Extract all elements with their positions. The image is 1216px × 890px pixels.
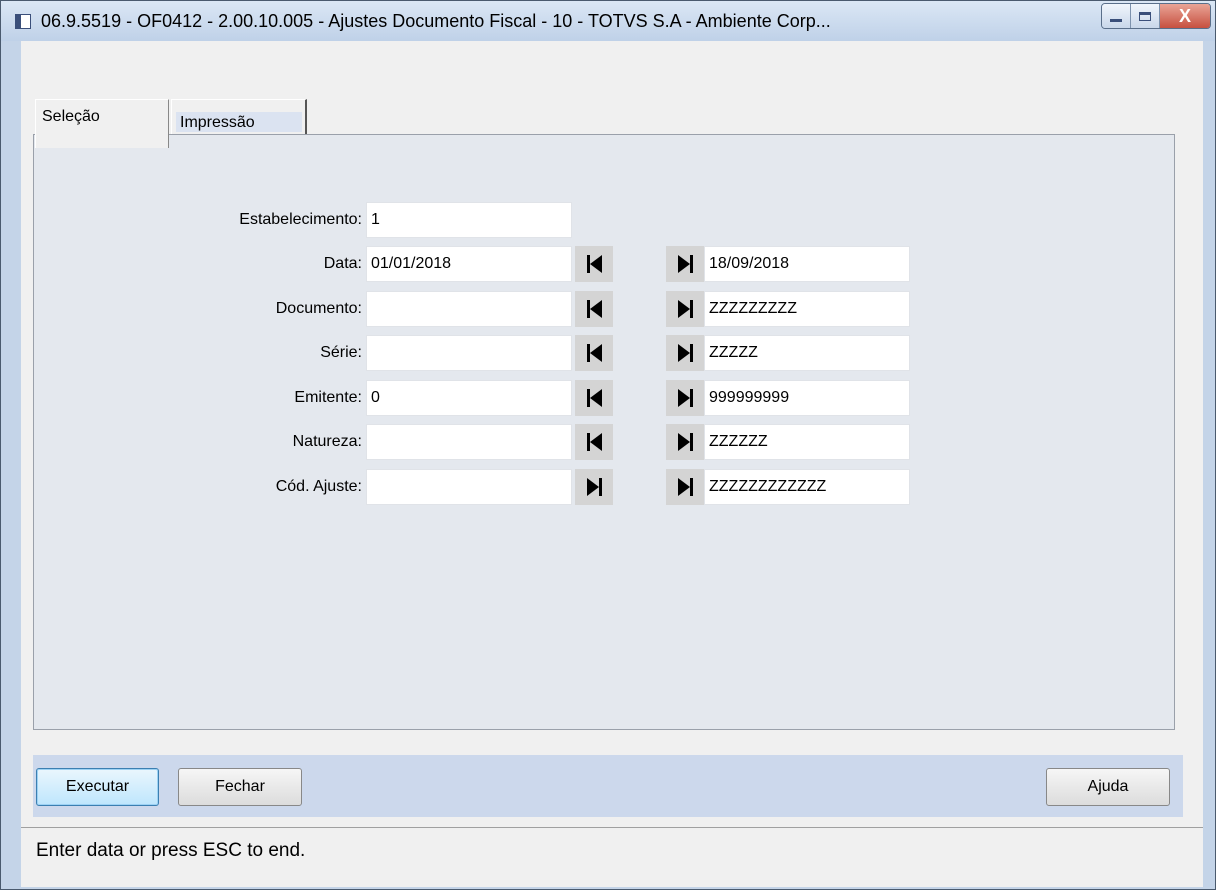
serie-first-button[interactable]: [575, 335, 613, 371]
natureza-from-field[interactable]: [366, 424, 572, 460]
button-bar: Executar Fechar Ajuda: [33, 755, 1183, 817]
cod-ajuste-first-button[interactable]: [575, 469, 613, 505]
serie-last-button[interactable]: [666, 335, 704, 371]
serie-from-field[interactable]: [366, 335, 572, 371]
first-record-icon: [586, 389, 602, 407]
natureza-label: Natureza:: [292, 433, 362, 450]
minimize-icon: [1110, 18, 1122, 22]
documento-to-field[interactable]: ZZZZZZZZZ: [704, 291, 910, 327]
serie-label: Série:: [320, 344, 362, 361]
client-area: Impressão Seleção Estabelecimento: 1 Dat…: [21, 41, 1203, 887]
ajuda-button[interactable]: Ajuda: [1046, 768, 1170, 806]
status-text: Enter data or press ESC to end.: [36, 840, 306, 861]
first-record-icon: [586, 255, 602, 273]
last-record-icon: [677, 300, 693, 318]
cod-ajuste-from-field[interactable]: [366, 469, 572, 505]
last-record-icon: [677, 344, 693, 362]
emitente-label: Emitente:: [294, 389, 362, 406]
tab-selecao[interactable]: Seleção: [35, 99, 169, 148]
maximize-icon: [1139, 11, 1151, 21]
cod-ajuste-to-field[interactable]: ZZZZZZZZZZZZ: [704, 469, 910, 505]
data-label: Data:: [323, 255, 362, 272]
data-first-button[interactable]: [575, 246, 613, 282]
minimize-button[interactable]: [1102, 4, 1131, 28]
cod-ajuste-label: Cód. Ajuste:: [275, 478, 362, 495]
close-icon: X: [1178, 5, 1191, 26]
window-controls: X: [1101, 3, 1211, 29]
documento-last-button[interactable]: [666, 291, 704, 327]
natureza-last-button[interactable]: [666, 424, 704, 460]
first-record-icon: [586, 300, 602, 318]
last-record-icon: [677, 389, 693, 407]
app-window: 06.9.5519 - OF0412 - 2.00.10.005 - Ajust…: [0, 0, 1216, 890]
natureza-to-field[interactable]: ZZZZZZ: [704, 424, 910, 460]
estabelecimento-label: Estabelecimento:: [239, 211, 362, 228]
data-to-field[interactable]: 18/09/2018: [704, 246, 910, 282]
maximize-button[interactable]: [1131, 4, 1160, 28]
title-bar[interactable]: 06.9.5519 - OF0412 - 2.00.10.005 - Ajust…: [1, 1, 1215, 41]
emitente-last-button[interactable]: [666, 380, 704, 416]
tab-impressao[interactable]: Impressão: [171, 99, 307, 136]
emitente-from-field[interactable]: 0: [366, 380, 572, 416]
last-record-icon: [586, 478, 602, 496]
estabelecimento-field[interactable]: 1: [366, 202, 572, 238]
documento-label: Documento:: [275, 300, 362, 317]
data-from-field[interactable]: 01/01/2018: [366, 246, 572, 282]
natureza-first-button[interactable]: [575, 424, 613, 460]
close-button[interactable]: X: [1160, 4, 1210, 28]
documento-first-button[interactable]: [575, 291, 613, 327]
tab-selecao-label: Seleção: [42, 108, 100, 125]
window-title: 06.9.5519 - OF0412 - 2.00.10.005 - Ajust…: [41, 11, 831, 31]
documento-from-field[interactable]: [366, 291, 572, 327]
serie-to-field[interactable]: ZZZZZ: [704, 335, 910, 371]
first-record-icon: [586, 433, 602, 451]
last-record-icon: [677, 433, 693, 451]
executar-button[interactable]: Executar: [36, 768, 159, 806]
last-record-icon: [677, 478, 693, 496]
fechar-button[interactable]: Fechar: [178, 768, 302, 806]
emitente-to-field[interactable]: 999999999: [704, 380, 910, 416]
selection-panel: Estabelecimento: 1 Data: 01/01/2018 18/0…: [33, 134, 1175, 730]
app-icon: [15, 14, 31, 29]
data-last-button[interactable]: [666, 246, 704, 282]
tab-impressao-label: Impressão: [180, 114, 255, 131]
first-record-icon: [586, 344, 602, 362]
status-bar: Enter data or press ESC to end.: [21, 827, 1203, 876]
cod-ajuste-last-button[interactable]: [666, 469, 704, 505]
emitente-first-button[interactable]: [575, 380, 613, 416]
last-record-icon: [677, 255, 693, 273]
